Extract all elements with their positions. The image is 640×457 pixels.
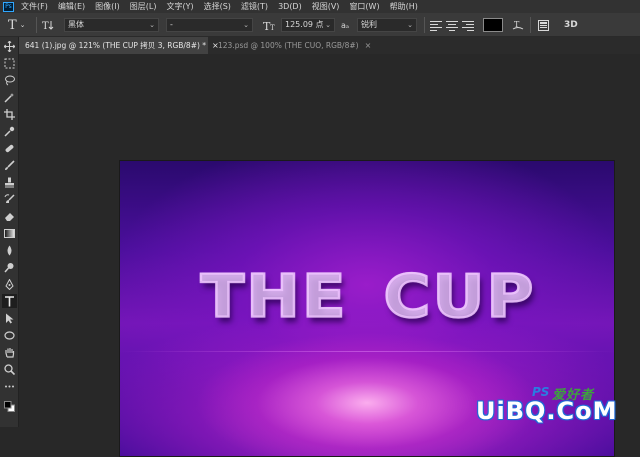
orientation-toggle-icon[interactable]: T bbox=[42, 13, 56, 37]
align-left-button[interactable] bbox=[430, 19, 442, 31]
glass-text-layer: THE CUP bbox=[120, 262, 614, 332]
antialias-select[interactable]: 锐利 ⌄ bbox=[357, 18, 417, 32]
stamp-icon[interactable] bbox=[2, 175, 17, 189]
menu-filter[interactable]: 滤镜(T) bbox=[241, 1, 268, 12]
text-color-swatch[interactable] bbox=[483, 18, 503, 32]
antialias-icon: aₐ bbox=[341, 20, 350, 30]
eraser-icon[interactable] bbox=[2, 209, 17, 223]
eyedropper-icon[interactable] bbox=[2, 124, 17, 138]
gradient-icon[interactable] bbox=[2, 226, 17, 240]
crop-icon[interactable] bbox=[2, 107, 17, 121]
shape-icon[interactable] bbox=[2, 328, 17, 342]
menu-layer[interactable]: 图层(L) bbox=[130, 1, 157, 12]
marquee-icon[interactable] bbox=[2, 56, 17, 70]
divider bbox=[424, 17, 425, 33]
site-watermark: PS 爱好者 UiBQ.CoM bbox=[476, 385, 640, 427]
svg-text:T: T bbox=[42, 21, 49, 31]
watermark-main: UiBQ.CoM bbox=[476, 397, 618, 425]
menu-window[interactable]: 窗口(W) bbox=[349, 1, 379, 12]
menu-file[interactable]: 文件(F) bbox=[21, 1, 48, 12]
align-center-button[interactable] bbox=[446, 19, 458, 31]
character-panel-icon[interactable] bbox=[538, 13, 549, 37]
menu-edit[interactable]: 编辑(E) bbox=[58, 1, 85, 12]
divider bbox=[36, 17, 37, 33]
divider bbox=[530, 17, 531, 33]
zoom-icon[interactable] bbox=[2, 362, 17, 376]
color-swatches-icon[interactable] bbox=[2, 399, 17, 413]
menu-3d[interactable]: 3D(D) bbox=[278, 2, 302, 11]
tab-document-active[interactable]: 641 (1).jpg @ 121% (THE CUP 拷贝 3, RGB/8#… bbox=[19, 37, 219, 54]
options-bar: T ⌄ T 黑体 ⌄ - ⌄ TT 125.09 点 ⌄ aₐ 锐利 ⌄ T 3D bbox=[0, 13, 640, 37]
tab-label: 123.psd @ 100% (THE CUO, RGB/8#) bbox=[218, 41, 359, 50]
menu-help[interactable]: 帮助(H) bbox=[390, 1, 418, 12]
font-style-select[interactable]: - ⌄ bbox=[166, 18, 253, 32]
lasso-icon[interactable] bbox=[2, 73, 17, 87]
tab-label: 641 (1).jpg @ 121% (THE CUP 拷贝 3, RGB/8#… bbox=[25, 41, 207, 50]
blur-icon[interactable] bbox=[2, 243, 17, 257]
path-select-icon[interactable] bbox=[2, 311, 17, 325]
warp-text-icon[interactable]: T bbox=[512, 13, 524, 37]
font-size-select[interactable]: 125.09 点 ⌄ bbox=[281, 18, 335, 32]
hand-icon[interactable] bbox=[2, 345, 17, 359]
magic-wand-icon[interactable] bbox=[2, 90, 17, 104]
more-icon[interactable] bbox=[2, 379, 17, 393]
brush-icon[interactable] bbox=[2, 158, 17, 172]
photoshop-logo: Ps bbox=[3, 1, 14, 12]
pen-icon[interactable] bbox=[2, 277, 17, 291]
menu-view[interactable]: 视图(V) bbox=[312, 1, 340, 12]
menu-image[interactable]: 图像(I) bbox=[95, 1, 120, 12]
headline-word-left: THE bbox=[199, 262, 348, 332]
healing-icon[interactable] bbox=[2, 141, 17, 155]
close-icon[interactable]: × bbox=[365, 41, 372, 50]
history-brush-icon[interactable] bbox=[2, 192, 17, 206]
headline-word-right: CUP bbox=[382, 262, 536, 332]
3d-button[interactable]: 3D bbox=[564, 13, 578, 37]
move-icon[interactable] bbox=[2, 39, 17, 53]
menu-bar: Ps 文件(F) 编辑(E) 图像(I) 图层(L) 文字(Y) 选择(S) 滤… bbox=[0, 0, 640, 13]
svg-text:T: T bbox=[270, 24, 275, 31]
type-icon[interactable] bbox=[2, 294, 17, 308]
document-tabs: 641 (1).jpg @ 121% (THE CUP 拷贝 3, RGB/8#… bbox=[19, 37, 640, 54]
menu-select[interactable]: 选择(S) bbox=[204, 1, 231, 12]
document-workspace[interactable]: THE CUP bbox=[19, 54, 640, 457]
font-size-icon: TT bbox=[263, 13, 277, 37]
tab-document-inactive[interactable]: 123.psd @ 100% (THE CUO, RGB/8#) × bbox=[212, 37, 372, 54]
type-tool-preset-icon[interactable]: T ⌄ bbox=[8, 13, 26, 37]
align-right-button[interactable] bbox=[462, 19, 474, 31]
dodge-icon[interactable] bbox=[2, 260, 17, 274]
menu-type[interactable]: 文字(Y) bbox=[166, 1, 193, 12]
floor-horizon bbox=[120, 351, 614, 352]
tools-panel bbox=[0, 37, 19, 427]
font-family-select[interactable]: 黑体 ⌄ bbox=[64, 18, 159, 32]
